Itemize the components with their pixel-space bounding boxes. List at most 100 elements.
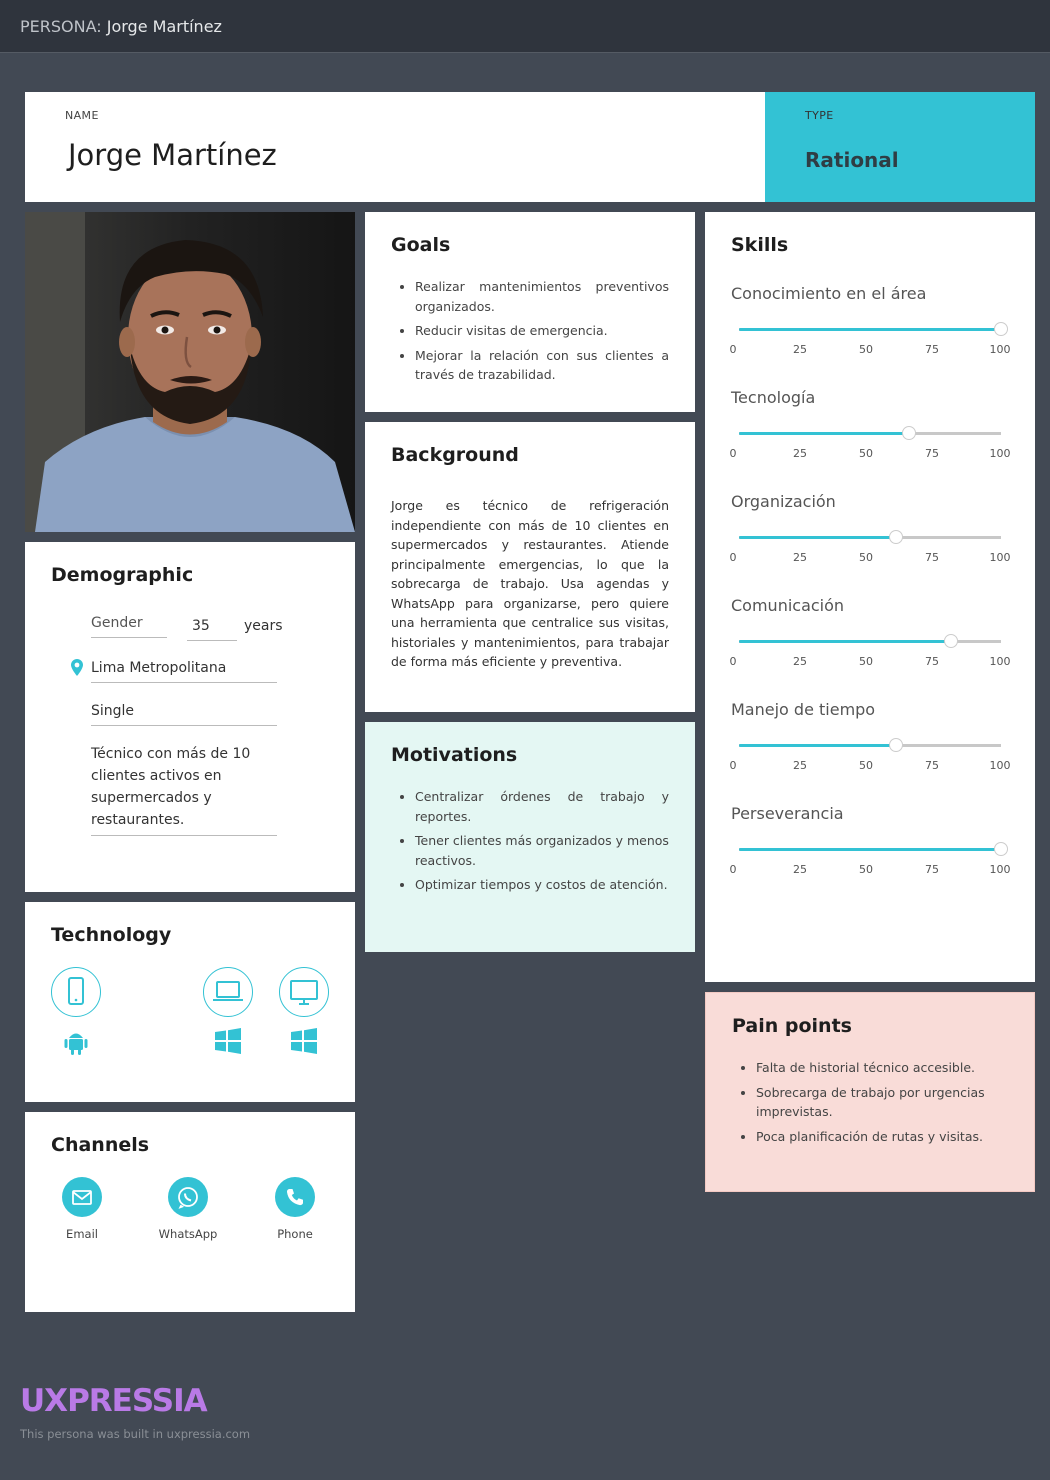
pain-points-card: Pain points Falta de historial técnico a… xyxy=(705,992,1035,1192)
skill-scale: 0 25 50 75 100 xyxy=(729,343,1013,357)
motivations-card: Motivations Centralizar órdenes de traba… xyxy=(365,722,695,952)
skill-scale: 0 25 50 75 100 xyxy=(730,447,1013,461)
name-card: NAME Jorge Martínez xyxy=(25,92,765,202)
skill-tick-label: 25 xyxy=(793,863,807,876)
list-item: Sobrecarga de trabajo por urgencias impr… xyxy=(756,1083,1008,1122)
background-card: Background Jorge es técnico de refrigera… xyxy=(365,422,695,712)
whatsapp-icon[interactable] xyxy=(168,1177,208,1217)
skill-slider[interactable] xyxy=(739,634,1001,648)
skill-scale: 0 25 50 75 100 xyxy=(729,551,1013,565)
skill-slider-fill xyxy=(739,328,1001,331)
list-item: Realizar mantenimientos preventivos orga… xyxy=(415,277,669,316)
skill-tick-label: 100 xyxy=(989,863,1011,876)
skill-tick-label: 0 xyxy=(729,759,737,772)
skill-tick-label: 50 xyxy=(859,447,873,460)
persona-header-name: Jorge Martínez xyxy=(106,17,222,36)
list-item: Mejorar la relación con sus clientes a t… xyxy=(415,346,669,385)
skill-tick-label: 0 xyxy=(729,551,737,564)
status-field[interactable]: Single xyxy=(91,703,277,726)
skills-card: Skills Conocimiento en el área 0 25 50 75 100… xyxy=(705,212,1035,982)
skill-slider-handle[interactable] xyxy=(902,426,917,440)
skill-tick-label: 100 xyxy=(989,551,1011,564)
location-pin-icon xyxy=(71,659,83,676)
skill-tick-label: 75 xyxy=(925,343,939,356)
skill-slider-fill xyxy=(739,744,897,747)
mobile-icon[interactable] xyxy=(51,967,101,1017)
desktop-icon[interactable] xyxy=(279,967,329,1017)
goals-list: Realizar mantenimientos preventivos orga… xyxy=(415,277,669,390)
gender-field[interactable]: Gender xyxy=(91,615,167,638)
goals-title: Goals xyxy=(391,234,451,256)
skill-slider[interactable] xyxy=(739,426,1001,440)
skill-slider[interactable] xyxy=(739,530,1001,544)
skill-slider[interactable] xyxy=(739,322,1008,336)
skill-slider-handle[interactable] xyxy=(889,738,904,752)
skill-slider-fill xyxy=(739,432,910,435)
skill-slider-handle[interactable] xyxy=(889,530,904,544)
skill-tick-label: 100 xyxy=(989,343,1011,356)
skill-tick-label: 0 xyxy=(729,343,737,356)
goals-card: Goals Realizar mantenimientos preventivo… xyxy=(365,212,695,412)
skill-slider[interactable] xyxy=(739,738,1001,752)
channel-label-phone: Phone xyxy=(277,1227,313,1241)
phone-icon[interactable] xyxy=(275,1177,315,1217)
list-item: Poca planificación de rutas y visitas. xyxy=(756,1127,1008,1147)
windows-icon xyxy=(215,1028,241,1054)
email-icon[interactable] xyxy=(62,1177,102,1217)
type-value[interactable]: Rational xyxy=(805,148,899,172)
laptop-icon[interactable] xyxy=(203,967,253,1017)
skill-tick-label: 50 xyxy=(859,343,873,356)
skill-slider-handle[interactable] xyxy=(994,322,1008,336)
android-icon xyxy=(64,1033,88,1055)
skill-tick-label: 0 xyxy=(729,655,737,668)
pain-points-list: Falta de historial técnico accesible. So… xyxy=(756,1058,1008,1151)
skills-title: Skills xyxy=(731,234,789,256)
skill-name: Conocimiento en el área xyxy=(731,284,927,303)
skill-slider-handle[interactable] xyxy=(994,842,1008,856)
uxpressia-logo[interactable]: UXPRESSIA xyxy=(20,1383,208,1419)
motivations-title: Motivations xyxy=(391,744,518,766)
demographic-card: Demographic Gender 35 years Lima Metropo… xyxy=(25,542,355,892)
skill-scale: 0 25 50 75 100 xyxy=(729,759,1013,773)
age-unit: years xyxy=(244,618,283,634)
skill-tick-label: 50 xyxy=(859,655,873,668)
occupation-field[interactable]: Técnico con más de 10 clientes activos e… xyxy=(91,743,277,836)
skill-tick-label: 50 xyxy=(859,759,873,772)
pain-points-title: Pain points xyxy=(732,1015,852,1037)
skill-slider-fill xyxy=(739,536,897,539)
skill-tick-label: 100 xyxy=(989,759,1011,772)
persona-name[interactable]: Jorge Martínez xyxy=(68,138,277,172)
skill-tick-label: 75 xyxy=(925,655,939,668)
skill-scale: 0 25 50 75 100 xyxy=(729,655,1013,669)
age-field[interactable]: 35 xyxy=(187,618,237,641)
skill-slider-fill xyxy=(739,640,952,643)
skill-slider-handle[interactable] xyxy=(944,634,959,648)
type-label: TYPE xyxy=(805,109,834,122)
list-item: Centralizar órdenes de trabajo y reporte… xyxy=(415,787,669,826)
skill-tick-label: 0 xyxy=(729,863,737,876)
skill-name: Tecnología xyxy=(731,388,816,407)
motivations-list: Centralizar órdenes de trabajo y reporte… xyxy=(415,787,669,900)
name-label: NAME xyxy=(65,109,99,122)
skill-slider[interactable] xyxy=(739,842,1008,856)
location-field[interactable]: Lima Metropolitana xyxy=(91,660,277,683)
skill-name: Organización xyxy=(731,492,836,511)
skill-tick-label: 75 xyxy=(925,759,939,772)
skill-tick-label: 75 xyxy=(925,863,939,876)
skill-tick-label: 25 xyxy=(793,447,807,460)
skill-tick-label: 25 xyxy=(793,655,807,668)
technology-title: Technology xyxy=(51,924,172,946)
persona-photo[interactable] xyxy=(25,212,355,532)
top-bar: PERSONA: Jorge Martínez xyxy=(0,0,1050,53)
skill-slider-fill xyxy=(739,848,1001,851)
technology-card: Technology xyxy=(25,902,355,1102)
windows-icon xyxy=(291,1028,317,1054)
type-card: TYPE Rational xyxy=(765,92,1035,202)
skill-tick-label: 100 xyxy=(989,655,1011,668)
skill-scale: 0 25 50 75 100 xyxy=(729,863,1013,877)
persona-header: PERSONA: Jorge Martínez xyxy=(20,17,222,36)
skill-tick-label: 100 xyxy=(989,447,1011,460)
skill-tick-label: 25 xyxy=(793,759,807,772)
demographic-title: Demographic xyxy=(51,564,194,586)
channels-card: Channels Email WhatsApp Phone xyxy=(25,1112,355,1312)
